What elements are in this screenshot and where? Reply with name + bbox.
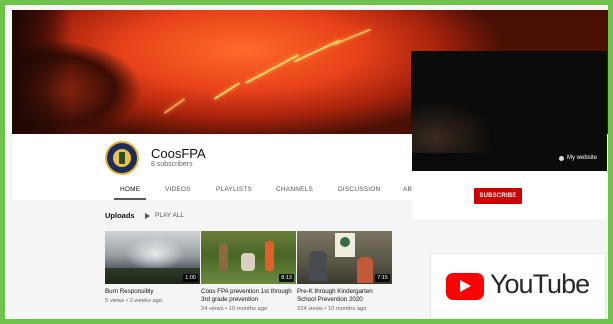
video-title[interactable]: Coos FPA prevention 1st through 3rd grad… [201,288,296,304]
subscribe-panel: SUBSCRIBE [412,171,608,219]
play-icon [145,212,150,219]
video-duration: 1:00 [183,274,198,282]
video-title[interactable]: Pre-K through Kindergarten School Preven… [297,288,392,304]
subscriber-count: 8 subscribers [151,161,193,168]
active-tab-indicator [114,198,146,200]
video-duration: 8:13 [279,274,294,282]
channel-name: CoosFPA [151,146,206,161]
my-website-label: My website [566,155,597,161]
screenshot-frame: My website CoosFPA 8 subscribers HOME VI… [0,0,613,324]
video-thumbnail[interactable]: 7:15 [297,231,392,284]
subscribe-button[interactable]: SUBSCRIBE [474,188,522,204]
video-thumbnail[interactable]: 8:13 [201,231,296,284]
video-meta: 24 views • 10 months ago [201,306,268,312]
uploads-header: Uploads PLAY ALL [105,211,184,220]
video-card[interactable]: 8:13 Coos FPA prevention 1st through 3rd… [201,231,296,312]
video-thumbnail[interactable]: 1:00 [105,231,200,284]
youtube-wordmark: YouTube [490,269,590,299]
youtube-logo: YouTube [430,253,606,319]
video-title[interactable]: Burn Responsibly [105,288,200,296]
tab-discussion[interactable]: DISCUSSION [338,186,380,193]
shield-icon [113,149,131,167]
tab-channels[interactable]: CHANNELS [276,186,313,193]
channel-avatar[interactable] [105,141,139,175]
video-card[interactable]: 7:15 Pre-K through Kindergarten School P… [297,231,392,312]
tab-playlists[interactable]: PLAYLISTS [216,186,252,193]
uploads-title: Uploads [105,211,135,220]
tab-videos[interactable]: VIDEOS [165,186,191,193]
video-meta: 5 views • 2 weeks ago [105,298,163,304]
tab-about[interactable]: AB [403,186,412,193]
tab-home[interactable]: HOME [120,186,140,193]
play-all-label: PLAY ALL [155,212,185,219]
play-all-button[interactable]: PLAY ALL [145,212,184,219]
video-duration: 7:15 [375,274,390,282]
video-card[interactable]: 1:00 Burn Responsibly 5 views • 2 weeks … [105,231,200,304]
video-meta: 224 views • 10 months ago [297,306,367,312]
my-website-link[interactable]: My website [558,155,597,161]
globe-icon [558,155,564,161]
youtube-play-icon [446,273,484,300]
overlay-video-player[interactable]: My website [411,51,607,171]
